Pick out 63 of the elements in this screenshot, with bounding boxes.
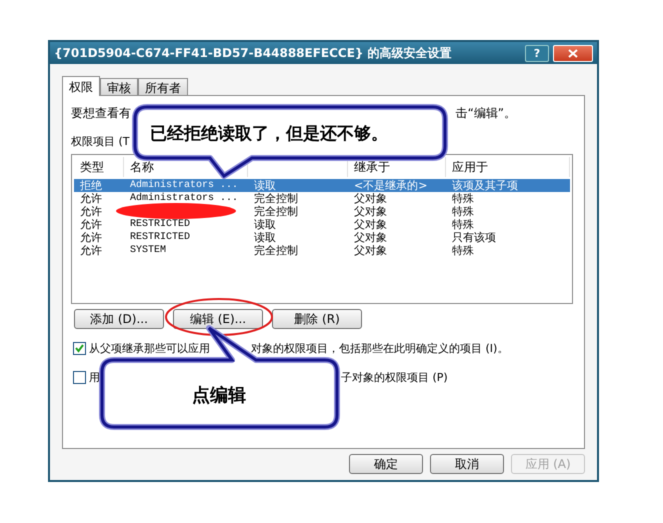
list-cell: 父对象 [354,205,387,218]
list-cell: 允许 [80,231,102,244]
close-button[interactable] [553,44,593,62]
list-cell: SYSTEM [130,245,166,256]
checkmark-icon [75,344,84,353]
list-cell: 特殊 [452,218,474,231]
list-cell: <不是继承的> [354,179,428,192]
checkbox-label: 用 [89,371,100,384]
list-cell: 允许 [80,192,102,205]
tab[interactable]: 审核 [100,78,138,95]
list-action-button[interactable]: 添加 (D)... [74,309,164,329]
list-cell: 该项及其子项 [452,179,518,192]
list-cell: 特殊 [452,205,474,218]
dialog-button[interactable]: 确定 [349,454,423,474]
list-cell: 完全控制 [254,205,298,218]
column-header[interactable]: 类型 [80,158,104,176]
list-row[interactable]: 允许 RESTRICTED 读取 父对象 特殊 [74,218,570,231]
checkbox[interactable] [73,371,86,384]
list-cell: 特殊 [452,192,474,205]
checkbox-label: 对象的权限项目，包括那些在此明确定义的项目 (I)。 [251,342,508,355]
checkbox[interactable] [73,342,86,355]
list-row[interactable]: 允许 Administrators ... 完全控制 父对象 特殊 [74,192,570,205]
tab[interactable]: 权限 [62,76,100,96]
list-row[interactable]: 允许 SYSTEM 完全控制 父对象 特殊 [74,244,570,257]
list-cell: 完全控制 [254,192,298,205]
list-cell: 读取 [254,179,276,192]
checkbox-label: 从父项继承那些可以应用 [89,342,210,355]
list-action-button[interactable]: 编辑 (E)... [173,309,263,329]
list-cell: 只有该项 [452,231,496,244]
list-row[interactable]: 拒绝 Administrators ... 读取 <不是继承的> 该项及其子项 [74,179,570,192]
list-cell: RESTRICTED [130,232,190,243]
list-cell: 读取 [254,231,276,244]
list-cell: Administrators ... [130,193,238,204]
list-cell: 允许 [80,205,102,218]
list-row[interactable]: 允许 完全控制 父对象 特殊 [74,205,570,218]
list-cell: 特殊 [452,244,474,257]
list-cell: 允许 [80,218,102,231]
callout-text: 已经拒绝读取了，但是还不够。 [150,123,388,146]
list-label: 权限项目 (T [71,134,130,150]
list-cell: 父对象 [354,218,387,231]
callout-text: 点编辑 [192,384,246,408]
list-cell: 父对象 [354,192,387,205]
list-cell: 父对象 [354,244,387,257]
close-icon [568,48,578,58]
list-cell: 允许 [80,244,102,257]
list-action-button[interactable]: 删除 (R) [272,309,362,329]
window-title: {701D5904-C674-FF41-BD57-B44888EFECCE} 的高级安全设置 [54,45,453,62]
tab[interactable]: 所有者 [138,78,188,95]
help-button[interactable]: ? [525,44,549,62]
list-cell: 拒绝 [80,179,102,192]
column-header[interactable]: 名称 [130,158,154,176]
list-cell: Administrators ... [130,180,238,191]
list-cell: 读取 [254,218,276,231]
column-header[interactable]: 应用于 [452,158,488,176]
list-cell: 完全控制 [254,244,298,257]
list-row[interactable]: 允许 RESTRICTED 读取 父对象 只有该项 [74,231,570,244]
intro-text: 要想查看有 [71,105,131,120]
dialog-button[interactable]: 取消 [430,454,504,474]
list-cell: 父对象 [354,231,387,244]
list-cell: RESTRICTED [130,219,190,230]
column-header[interactable]: 继承于 [354,158,390,176]
intro-text: 击“编辑”。 [456,105,516,120]
checkbox-label: 子对象的权限项目 (P) [341,371,448,384]
